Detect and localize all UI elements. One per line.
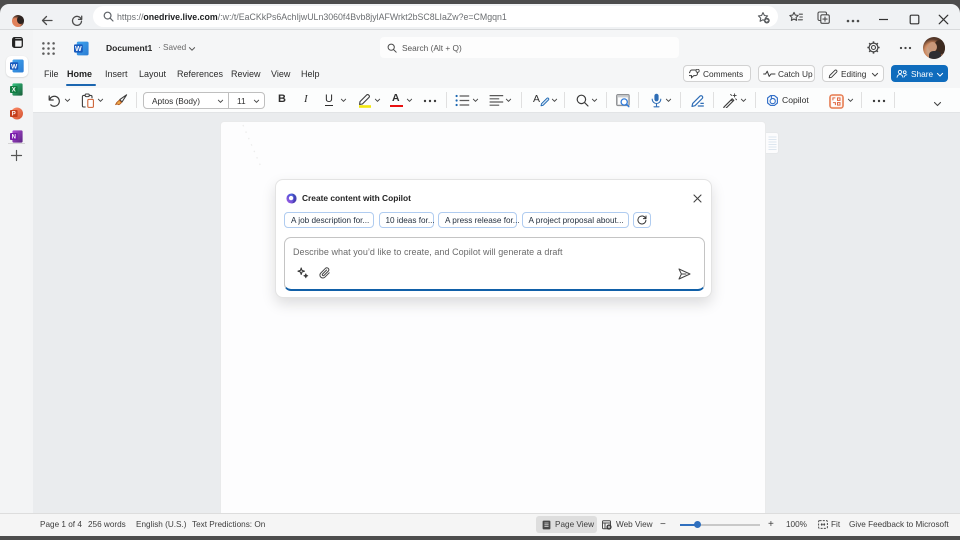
svg-text:N: N	[12, 135, 16, 141]
svg-text:W: W	[75, 46, 82, 53]
